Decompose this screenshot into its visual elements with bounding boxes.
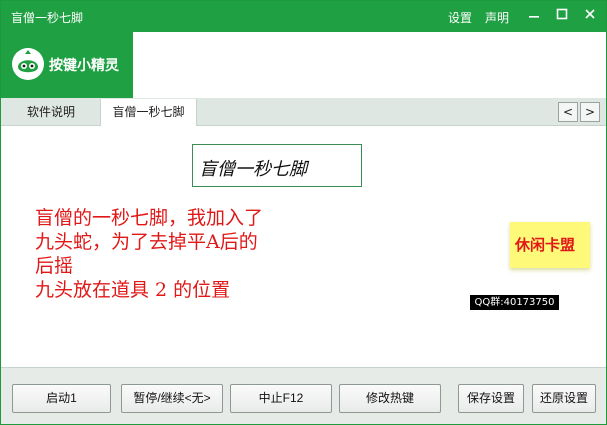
script-title: 盲僧一秒七脚: [199, 159, 307, 180]
description-line: 盲僧的一秒七脚，我加入了: [35, 207, 264, 229]
script-title-box: 盲僧一秒七脚: [192, 144, 362, 187]
tab-next-button[interactable]: >: [580, 102, 600, 122]
tab-script[interactable]: 盲僧一秒七脚: [100, 99, 197, 126]
settings-link[interactable]: 设置: [448, 9, 472, 26]
start-button[interactable]: 启动1: [12, 384, 111, 413]
minimize-icon: [529, 16, 539, 18]
brand-name: 按键小精灵: [49, 58, 119, 74]
description-line: 九头蛇，为了去掉平A后的: [35, 231, 258, 253]
change-hotkey-button[interactable]: 修改热键: [339, 384, 441, 413]
ad-badge-text: 休闲卡盟: [515, 236, 576, 254]
minimize-button[interactable]: [523, 5, 545, 27]
description-line: 九头放在道具 2 的位置: [35, 279, 231, 301]
script-description: 盲僧的一秒七脚，我加入了 九头蛇，为了去掉平A后的 后摇 九头放在道具 2 的位…: [35, 206, 335, 302]
restore-settings-button[interactable]: 还原设置: [532, 384, 596, 413]
title-bar[interactable]: 盲僧一秒七脚 设置 声明: [1, 1, 606, 32]
stop-button[interactable]: 中止F12: [230, 384, 332, 413]
save-settings-button[interactable]: 保存设置: [458, 384, 524, 413]
chevron-left-icon: <: [562, 105, 574, 119]
script-content: 盲僧一秒七脚 盲僧的一秒七脚，我加入了 九头蛇，为了去掉平A后的 后摇 九头放在…: [1, 127, 606, 367]
sprite-logo-icon: [12, 48, 44, 80]
close-button[interactable]: [579, 5, 601, 27]
header-band: 按键小精灵: [1, 32, 606, 98]
header-panel: [133, 32, 606, 98]
close-icon: [585, 9, 595, 19]
brand-logo: 按键小精灵: [1, 32, 133, 98]
ad-badge: 休闲卡盟: [510, 222, 590, 268]
maximize-button[interactable]: [551, 5, 573, 27]
pause-resume-button[interactable]: 暂停/继续<无>: [121, 384, 223, 413]
chevron-right-icon: >: [584, 105, 596, 119]
maximize-icon: [556, 8, 568, 20]
statement-link[interactable]: 声明: [485, 9, 509, 26]
tab-software-info[interactable]: 软件说明: [9, 99, 93, 126]
qq-group-label: QQ群:40173750: [470, 295, 559, 310]
app-window: 盲僧一秒七脚 设置 声明 按键小精灵 软件说明 盲僧一秒七脚 < > 盲僧一秒七…: [0, 0, 607, 425]
tab-prev-button[interactable]: <: [558, 102, 578, 122]
footer-toolbar: 启动1 暂停/继续<无> 中止F12 修改热键 保存设置 还原设置: [1, 367, 606, 424]
tab-bar: 软件说明 盲僧一秒七脚: [1, 98, 606, 126]
description-line: 后摇: [35, 255, 74, 277]
window-title: 盲僧一秒七脚: [11, 11, 84, 25]
